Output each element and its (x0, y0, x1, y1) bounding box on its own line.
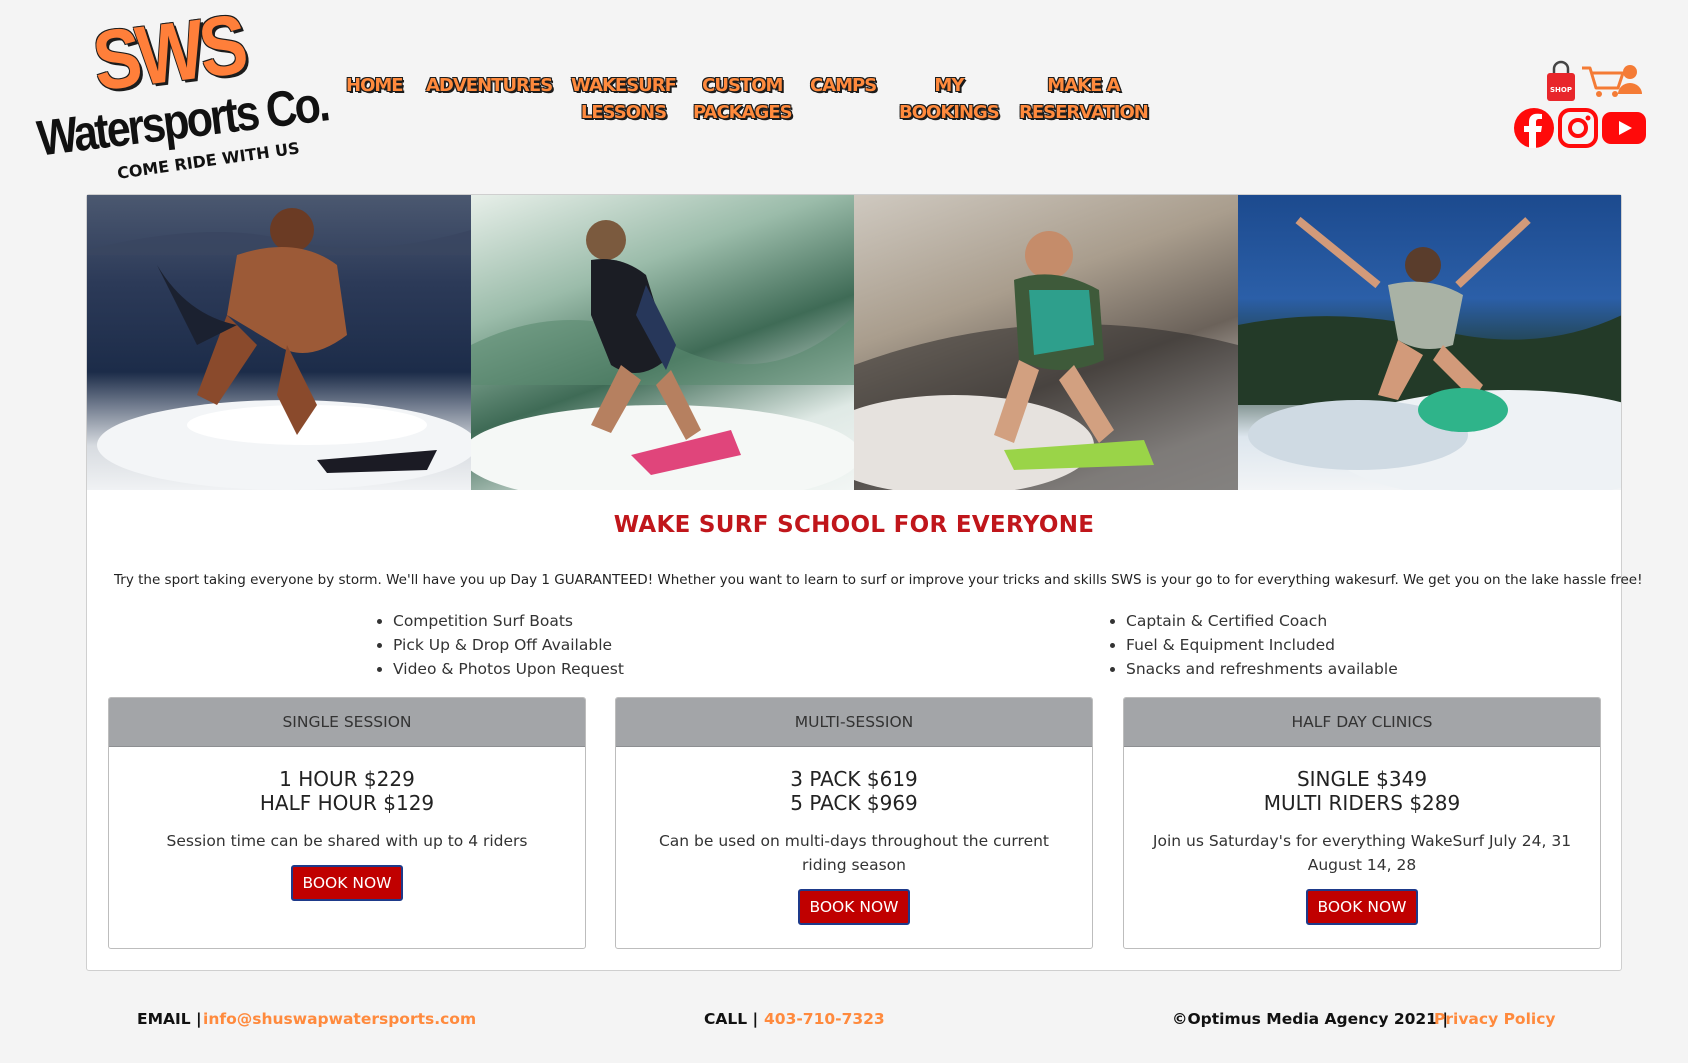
hero-image-strip (87, 195, 1621, 490)
nav-label: BOOKINGS (899, 102, 1000, 123)
nav-label: CAMPS (810, 75, 877, 96)
price-line: 1 HOUR $229 (279, 767, 415, 791)
package-description: Join us Saturday's for everything WakeSu… (1152, 832, 1572, 874)
footer-email-link[interactable]: info@shuswapwatersports.com (203, 1010, 476, 1028)
nav-my-bookings[interactable]: MY BOOKINGS (899, 72, 1000, 126)
cart-user-icon[interactable] (1580, 62, 1642, 100)
feature-item: Snacks and refreshments available (1126, 657, 1398, 681)
nav-label: ADVENTURES (426, 75, 553, 96)
price-line: 5 PACK $969 (790, 791, 918, 815)
package-title: SINGLE SESSION (109, 698, 585, 747)
nav-label: WAKESURF (571, 75, 677, 96)
package-price: 1 HOUR $229 HALF HOUR $129 (109, 767, 585, 815)
book-now-button[interactable]: BOOK NOW (1306, 889, 1418, 925)
privacy-policy-link[interactable]: Privacy Policy (1434, 1010, 1556, 1028)
shop-bag-icon[interactable]: SHOP (1544, 60, 1578, 102)
nav-make-a-reservation[interactable]: MAKE A RESERVATION (1019, 72, 1149, 126)
nav-label: PACKAGES (693, 102, 793, 123)
intro-text: Try the sport taking everyone by storm. … (114, 572, 1643, 588)
price-line: 3 PACK $619 (790, 767, 918, 791)
package-price: SINGLE $349 MULTI RIDERS $289 (1124, 767, 1600, 815)
nav-custom-packages[interactable]: CUSTOM PACKAGES (693, 72, 793, 126)
package-title: HALF DAY CLINICS (1124, 698, 1600, 747)
book-now-button[interactable]: BOOK NOW (798, 889, 910, 925)
features-list-right: Captain & Certified Coach Fuel & Equipme… (1108, 609, 1398, 681)
package-card-multi-session: MULTI-SESSION 3 PACK $619 5 PACK $969 Ca… (615, 697, 1093, 949)
features-list-left: Competition Surf Boats Pick Up & Drop Of… (375, 609, 624, 681)
nav-label: MAKE A (1047, 75, 1120, 96)
price-line: SINGLE $349 (1296, 767, 1428, 791)
package-description: Session time can be shared with up to 4 … (166, 832, 528, 850)
nav-label: MY (934, 75, 964, 96)
nav-label: HOME (346, 75, 404, 96)
feature-item: Pick Up & Drop Off Available (393, 633, 624, 657)
footer-copyright: ©Optimus Media Agency 2021 | (1172, 1010, 1449, 1028)
package-price: 3 PACK $619 5 PACK $969 (616, 767, 1092, 815)
feature-item: Competition Surf Boats (393, 609, 624, 633)
package-title: MULTI-SESSION (616, 698, 1092, 747)
footer-call-label: CALL | (704, 1010, 759, 1028)
package-card-half-day-clinics: HALF DAY CLINICS SINGLE $349 MULTI RIDER… (1123, 697, 1601, 949)
book-now-button[interactable]: BOOK NOW (291, 865, 403, 901)
site-logo[interactable]: SWS Watersports Co. COME RIDE WITH US (32, 0, 332, 183)
instagram-icon[interactable] (1558, 108, 1598, 148)
feature-item: Video & Photos Upon Request (393, 657, 624, 681)
price-line: MULTI RIDERS $289 (1263, 791, 1461, 815)
price-line: HALF HOUR $129 (259, 791, 435, 815)
shop-icon-label: SHOP (1550, 86, 1572, 94)
hero-photo-surfer-4 (1237, 195, 1621, 490)
feature-item: Captain & Certified Coach (1126, 609, 1398, 633)
nav-home[interactable]: HOME (346, 72, 404, 99)
nav-adventures[interactable]: ADVENTURES (426, 72, 553, 99)
lessons-card: WAKE SURF SCHOOL FOR EVERYONE Try the sp… (86, 194, 1643, 971)
page-heading: WAKE SURF SCHOOL FOR EVERYONE (613, 512, 1095, 538)
nav-label: RESERVATION (1019, 102, 1149, 123)
nav-label: CUSTOM (702, 75, 783, 96)
youtube-icon[interactable] (1602, 112, 1646, 144)
nav-camps[interactable]: CAMPS (810, 72, 877, 99)
package-description: Can be used on multi-days throughout the… (658, 832, 1050, 874)
hero-photo-surfer-3 (854, 195, 1238, 490)
facebook-icon[interactable] (1514, 108, 1554, 148)
nav-wakesurf-lessons[interactable]: WAKESURF LESSONS (571, 72, 677, 126)
hero-photo-surfer-2 (470, 195, 854, 490)
footer-phone-link[interactable]: 403-710-7323 (764, 1010, 885, 1028)
footer-email-label: EMAIL | (137, 1010, 202, 1028)
hero-photo-surfer-1 (87, 195, 471, 490)
feature-item: Fuel & Equipment Included (1126, 633, 1398, 657)
package-card-single-session: SINGLE SESSION 1 HOUR $229 HALF HOUR $12… (108, 697, 586, 949)
nav-label: LESSONS (580, 102, 667, 123)
